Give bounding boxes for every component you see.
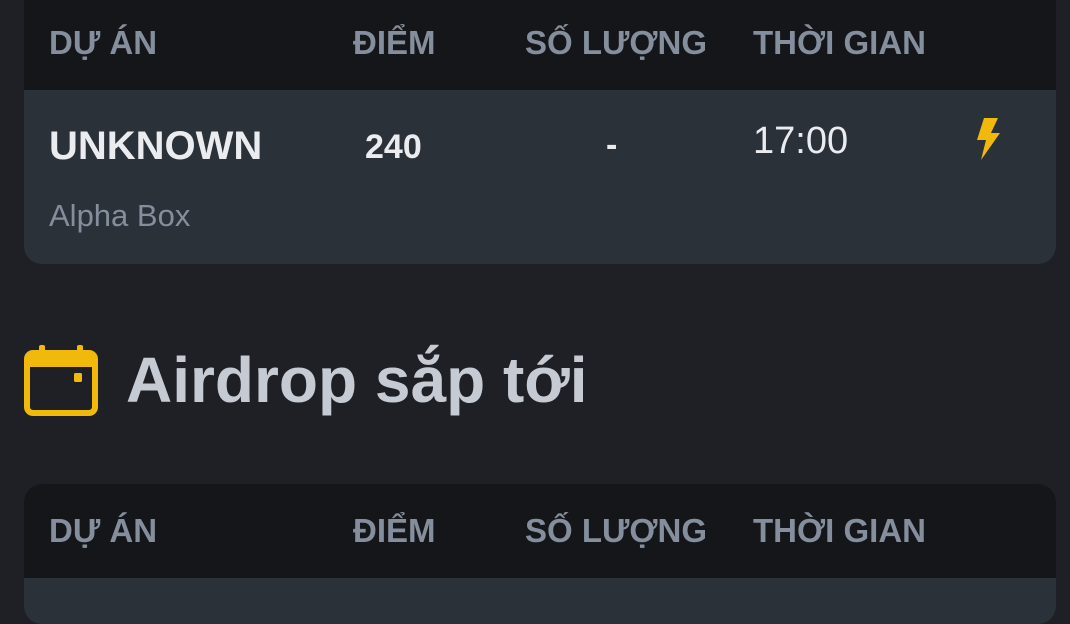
header-project[interactable]: DỰ ÁN — [49, 512, 157, 550]
table-header: DỰ ÁN ĐIỂM SỐ LƯỢNG THỜI GIAN — [24, 0, 1056, 90]
header-amount[interactable]: SỐ LƯỢNG — [525, 512, 707, 550]
upcoming-airdrop-table: DỰ ÁN ĐIỂM SỐ LƯỢNG THỜI GIAN — [24, 484, 1056, 624]
header-time[interactable]: THỜI GIAN — [753, 24, 926, 62]
lightning-icon — [977, 118, 1000, 160]
table-header: DỰ ÁN ĐIỂM SỐ LƯỢNG THỜI GIAN — [24, 484, 1056, 578]
page-title: Airdrop sắp tới — [126, 344, 588, 416]
airdrop-today-table: DỰ ÁN ĐIỂM SỐ LƯỢNG THỜI GIAN UNKNOWN Al… — [24, 0, 1056, 264]
header-time[interactable]: THỜI GIAN — [753, 512, 926, 550]
header-amount[interactable]: SỐ LƯỢNG — [525, 24, 707, 62]
amount-value: - — [606, 126, 618, 164]
header-points[interactable]: ĐIỂM — [353, 512, 436, 550]
calendar-icon — [24, 345, 98, 416]
project-name: UNKNOWN — [49, 124, 263, 168]
points-value: 240 — [365, 128, 422, 166]
section-heading: Airdrop sắp tới — [24, 338, 588, 422]
time-value: 17:00 — [753, 120, 849, 162]
header-project[interactable]: DỰ ÁN — [49, 24, 157, 62]
project-subtitle: Alpha Box — [49, 198, 191, 233]
header-points[interactable]: ĐIỂM — [353, 24, 436, 62]
